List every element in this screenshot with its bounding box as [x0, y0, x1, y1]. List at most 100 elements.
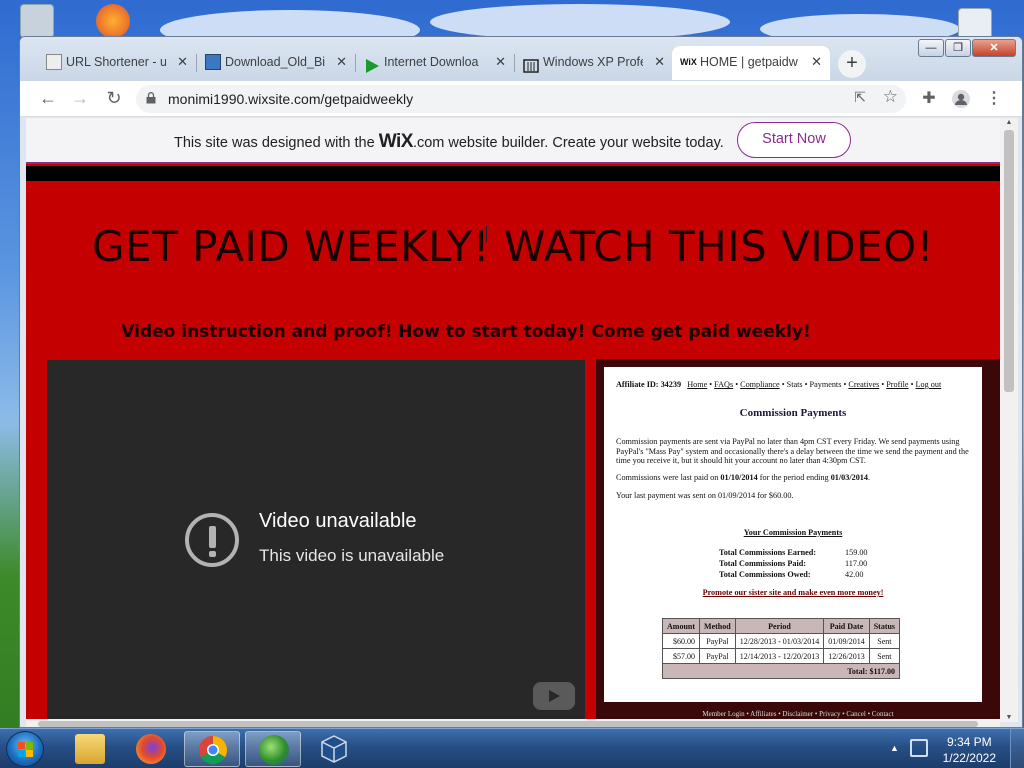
scrollbar-thumb[interactable]	[38, 721, 978, 727]
close-icon[interactable]: ✕	[495, 46, 506, 78]
minimize-button[interactable]: —	[918, 39, 944, 57]
payments-table: Amount Method Period Paid Date Status $6…	[661, 618, 901, 679]
share-icon[interactable]: ⇱	[854, 89, 866, 106]
bookmark-star-icon[interactable]: ☆	[883, 87, 898, 107]
youtube-play-icon[interactable]	[533, 682, 575, 710]
wix-icon: WiX	[680, 57, 697, 67]
video-player[interactable]: Video unavailable This video is unavaila…	[47, 360, 585, 722]
taskbar-chrome[interactable]	[184, 731, 240, 767]
scroll-down-arrow-icon[interactable]: ▼	[1004, 714, 1014, 721]
proof-nav-profile: Profile	[886, 380, 909, 389]
browser-window: — ❐ ✕ URL Shortener - ul ✕ Download_Old_…	[19, 36, 1023, 728]
table-cell: Sent	[868, 633, 901, 649]
text-cursor	[486, 226, 488, 242]
tab-label: URL Shortener - ul	[66, 55, 166, 69]
close-icon[interactable]: ✕	[811, 46, 822, 78]
network-icon[interactable]	[910, 739, 928, 757]
vertical-scrollbar[interactable]: ▲ ▼	[1000, 118, 1018, 722]
proof-nav-home: Home	[687, 380, 708, 389]
maximize-button[interactable]: ❐	[945, 39, 971, 57]
tab-label: Download_Old_Bi	[225, 55, 325, 69]
windows-flag-icon	[18, 742, 34, 758]
close-icon[interactable]: ✕	[177, 46, 188, 78]
picture-icon	[205, 54, 221, 70]
clock[interactable]: 9:34 PM 1/22/2022	[943, 734, 996, 766]
page-subheadline: Video instruction and proof! How to star…	[121, 322, 811, 342]
table-cell: 12/28/2013 - 01/03/2014	[734, 633, 825, 649]
table-cell: 01/09/2014	[823, 633, 870, 649]
browser-toolbar: ← → ↻ monimi1990.wixsite.com/getpaidweek…	[20, 81, 1022, 117]
tab-download-old[interactable]: Download_Old_Bi ✕	[197, 46, 355, 80]
tab-windows-xp[interactable]: Windows XP Profe ✕	[515, 46, 673, 80]
proof-nav-creatives: Creatives	[848, 380, 880, 389]
close-icon[interactable]: ✕	[654, 46, 665, 78]
close-icon[interactable]: ✕	[336, 46, 347, 78]
your-payments-heading: Your Commission Payments	[743, 528, 843, 537]
start-now-button[interactable]: Start Now	[737, 122, 851, 158]
url-text[interactable]: monimi1990.wixsite.com/getpaidweekly	[168, 91, 413, 107]
back-arrow-icon[interactable]: ←	[36, 87, 60, 111]
wix-logo: WiX	[378, 131, 414, 152]
video-unavailable-subtitle: This video is unavailable	[259, 546, 445, 565]
table-row: $57.00 PayPal 12/14/2013 - 12/20/2013 12…	[661, 648, 901, 664]
commission-totals: Total Commissions Earned: 159.00 Total Co…	[719, 547, 868, 580]
table-cell: 12/14/2013 - 12/20/2013	[734, 648, 825, 664]
wix-banner-text-after: .com website builder. Create your websit…	[412, 135, 724, 151]
taskbar-firefox[interactable]	[123, 731, 179, 767]
proof-nav-faqs: FAQs	[714, 380, 734, 389]
address-bar[interactable]: monimi1990.wixsite.com/getpaidweekly ⇱ ☆	[136, 85, 906, 113]
wix-banner: This site was designed with the WiX.com …	[26, 118, 1000, 164]
system-tray: ▲ 9:34 PM 1/22/2022	[884, 729, 1024, 768]
explorer-icon	[75, 734, 105, 764]
table-total: Total: $117.00	[661, 663, 901, 679]
table-header-row: Amount Method Period Paid Date Status	[661, 618, 901, 634]
proof-text: Commissions were last paid on	[616, 473, 721, 482]
scrollbar-thumb[interactable]	[1004, 130, 1014, 392]
extensions-puzzle-icon[interactable]: ✚	[917, 87, 941, 111]
table-cell: PayPal	[699, 633, 736, 649]
table-total-row: Total: $117.00	[661, 663, 901, 679]
proof-nav-compliance: Compliance	[740, 380, 780, 389]
table-cell: Sent	[868, 648, 901, 664]
proof-last-payment: Your last payment was sent on 01/09/2014…	[616, 491, 794, 500]
taskbar-explorer[interactable]	[62, 731, 118, 767]
forward-arrow-icon[interactable]: →	[68, 87, 92, 111]
table-cell: 12/26/2013	[823, 648, 870, 664]
proof-heading: Commission Payments	[739, 407, 847, 419]
proof-nav-logout: Log out	[915, 380, 942, 389]
total-row: Total Commissions Earned: 159.00	[719, 547, 868, 558]
profile-avatar-icon[interactable]	[949, 87, 973, 111]
chrome-icon	[198, 735, 228, 765]
column-header: Method	[699, 618, 736, 634]
virtualbox-icon	[319, 734, 349, 764]
payment-proof-image: Affiliate ID: 34239 Home • FAQs • Compli…	[596, 359, 1000, 722]
firefox-desktop-icon[interactable]	[96, 4, 130, 38]
taskbar-idm[interactable]	[245, 731, 301, 767]
reload-icon[interactable]: ↻	[102, 87, 126, 111]
scroll-up-arrow-icon[interactable]: ▲	[1004, 119, 1014, 126]
proof-text: for the period ending	[757, 473, 831, 482]
green-play-icon	[364, 54, 380, 73]
tab-internet-download[interactable]: Internet Downloa ✕	[356, 46, 514, 80]
total-value: 42.00	[845, 570, 864, 579]
menu-kebab-icon[interactable]: ⋮	[982, 87, 1006, 111]
total-row: Total Commissions Paid: 117.00	[719, 558, 868, 569]
column-header: Status	[868, 618, 901, 634]
tab-url-shortener[interactable]: URL Shortener - ul ✕	[38, 46, 196, 80]
close-window-button[interactable]: ✕	[972, 39, 1016, 57]
total-value: 159.00	[845, 548, 868, 557]
proof-footer-links: Member Login • Affiliates • Disclaimer •…	[702, 710, 894, 718]
show-hidden-icons-arrow-icon[interactable]: ▲	[890, 743, 899, 753]
new-tab-button[interactable]: +	[838, 50, 866, 78]
start-button[interactable]	[6, 731, 44, 767]
warning-circle-icon	[185, 513, 239, 567]
show-desktop-button[interactable]	[1010, 729, 1024, 768]
horizontal-scrollbar[interactable]	[26, 719, 1000, 727]
total-label: Total Commissions Earned:	[719, 548, 817, 557]
tab-home-getpaid[interactable]: WiX HOME | getpaidw ✕	[672, 46, 830, 80]
archive-icon	[523, 54, 539, 73]
recycle-bin-icon[interactable]	[20, 4, 54, 38]
proof-nav: Affiliate ID: 34239 Home • FAQs • Compli…	[616, 380, 942, 389]
taskbar-virtualbox[interactable]	[306, 731, 362, 767]
tab-label: HOME | getpaidw	[700, 55, 798, 69]
